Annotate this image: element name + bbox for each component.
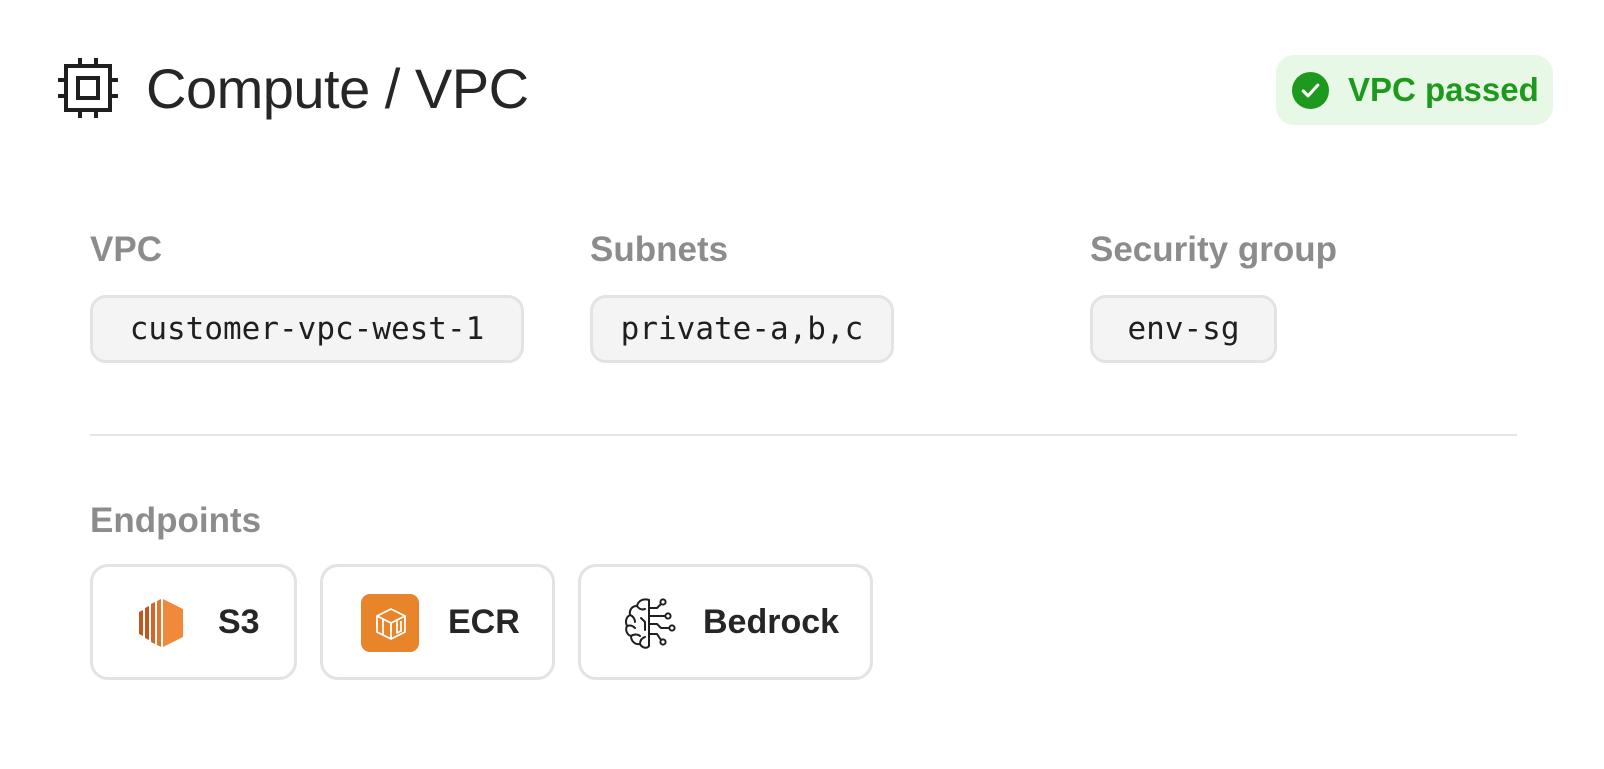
section-divider <box>90 434 1517 436</box>
page-title: Compute / VPC <box>146 57 529 120</box>
security-group-label: Security group <box>1090 230 1337 269</box>
endpoint-label: S3 <box>218 603 260 641</box>
aws-bedrock-brain-icon <box>625 598 676 649</box>
security-group-value: env-sg <box>1090 295 1277 363</box>
endpoint-ecr[interactable]: ECR <box>320 564 555 680</box>
aws-ecr-icon <box>361 594 419 652</box>
endpoint-s3[interactable]: S3 <box>90 564 297 680</box>
subnets-label: Subnets <box>590 230 729 269</box>
subnets-value: private-a,b,c <box>590 295 894 363</box>
endpoint-label: ECR <box>448 603 520 641</box>
status-badge: VPC passed <box>1276 55 1553 125</box>
endpoint-bedrock[interactable]: Bedrock <box>578 564 873 680</box>
endpoints-title: Endpoints <box>90 501 262 540</box>
status-label: VPC passed <box>1348 71 1539 108</box>
cpu-chip-icon <box>58 58 118 118</box>
check-circle-icon <box>1291 71 1330 109</box>
compute-vpc-panel: Compute / VPC VPC passed VPC customer-vp… <box>0 0 1604 769</box>
endpoint-label: Bedrock <box>703 603 840 641</box>
aws-s3-icon <box>139 599 183 647</box>
vpc-value: customer-vpc-west-1 <box>90 295 524 363</box>
vpc-label: VPC <box>90 230 162 269</box>
